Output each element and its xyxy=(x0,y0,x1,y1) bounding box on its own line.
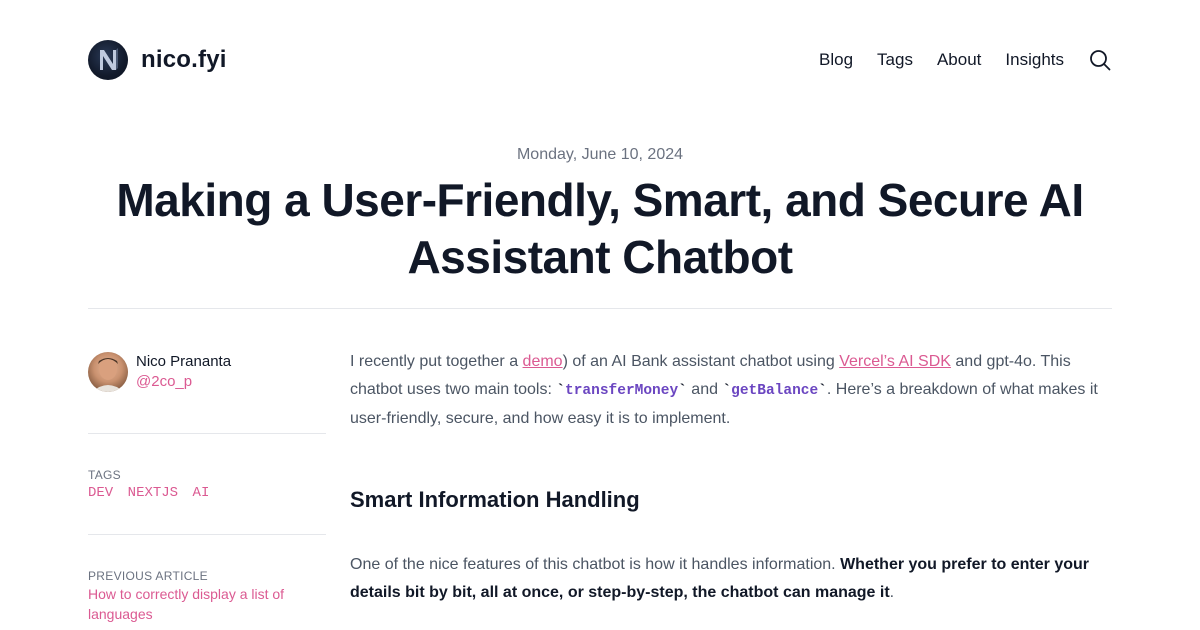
text: ) of an AI Bank assistant chatbot using xyxy=(562,353,840,370)
vercel-ai-sdk-link[interactable]: Vercel’s AI SDK xyxy=(839,353,951,370)
inline-code-get-balance: `getBalance` xyxy=(722,383,827,399)
previous-article-label: PREVIOUS ARTICLE xyxy=(88,569,208,583)
nav-insights[interactable]: Insights xyxy=(1005,50,1064,70)
author-handle-link[interactable]: @2co_p xyxy=(136,372,231,392)
article-sidebar: Nico Prananta @2co_p TAGS DEV NEXTJS AI … xyxy=(88,352,326,624)
previous-article-link[interactable]: How to correctly display a list of langu… xyxy=(88,584,326,624)
avatar xyxy=(88,352,128,392)
site-name: nico.fyi xyxy=(141,46,227,73)
text: and xyxy=(686,381,723,398)
divider xyxy=(88,308,1112,309)
logo-icon xyxy=(88,40,128,80)
tags-label: TAGS xyxy=(88,468,121,482)
article-title: Making a User-Friendly, Smart, and Secur… xyxy=(116,174,1084,283)
author-name: Nico Prananta xyxy=(136,353,232,370)
site-header: nico.fyi Blog Tags About Insights xyxy=(88,40,1112,80)
text: One of the nice features of this chatbot… xyxy=(350,556,841,573)
previous-article-section: PREVIOUS ARTICLE How to correctly displa… xyxy=(88,568,326,624)
tag-list: DEV NEXTJS AI xyxy=(88,483,326,503)
sidebar-divider xyxy=(88,433,326,434)
sidebar-divider xyxy=(88,534,326,535)
article-date: Monday, June 10, 2024 xyxy=(516,146,684,163)
code-text: getBalance xyxy=(731,383,819,399)
tags-section: TAGS DEV NEXTJS AI xyxy=(88,467,326,503)
demo-link[interactable]: demo xyxy=(523,353,563,370)
nav-about[interactable]: About xyxy=(937,50,981,70)
author-card: Nico Prananta @2co_p xyxy=(88,352,326,392)
search-icon[interactable] xyxy=(1088,48,1112,72)
author-meta: Nico Prananta @2co_p xyxy=(136,352,231,392)
section-paragraph: One of the nice features of this chatbot… xyxy=(350,551,1112,607)
code-text: transferMoney xyxy=(565,383,679,399)
tag-nextjs[interactable]: NEXTJS xyxy=(128,485,178,501)
nav-blog[interactable]: Blog xyxy=(819,50,853,70)
tag-ai[interactable]: AI xyxy=(193,485,210,501)
article-content: I recently put together a demo) of an AI… xyxy=(350,348,1112,607)
nav-tags[interactable]: Tags xyxy=(877,50,913,70)
text: . xyxy=(889,584,895,601)
intro-paragraph: I recently put together a demo) of an AI… xyxy=(350,348,1112,433)
section-heading: Smart Information Handling xyxy=(350,487,640,512)
text: I recently put together a xyxy=(350,353,523,370)
inline-code-transfer-money: `transferMoney` xyxy=(556,383,687,399)
main-nav: Blog Tags About Insights xyxy=(819,48,1112,72)
tag-dev[interactable]: DEV xyxy=(88,485,113,501)
home-link[interactable]: nico.fyi xyxy=(88,40,227,80)
